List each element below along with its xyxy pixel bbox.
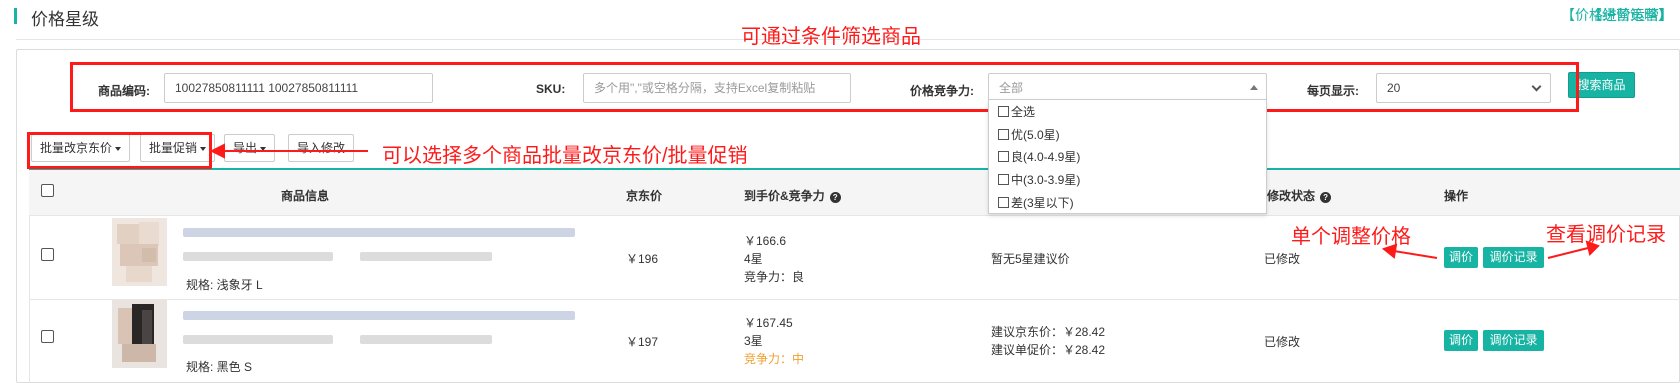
batch-highlight-box: [27, 132, 212, 169]
product-spec: 规格: 浅象牙 L: [186, 278, 263, 292]
option-poor[interactable]: 差(3星以下): [998, 193, 1074, 211]
competitiveness-value: 竞争力：中: [744, 352, 805, 366]
adjust-annotation: 单个调整价格: [1291, 226, 1411, 248]
jd-price: ￥197: [626, 335, 659, 349]
filter-annotation: 可通过条件筛选商品: [741, 26, 921, 48]
help-icon[interactable]: ?: [829, 192, 841, 203]
page-title: 价格星级: [31, 10, 99, 29]
modify-status: 已修改: [1264, 335, 1301, 349]
suggested-price: 暂无5星建议价: [991, 252, 1070, 266]
product-title-blurred[interactable]: [183, 228, 575, 237]
option-label: 中(3.0-3.9星): [1011, 172, 1081, 187]
product-meta-blurred: [183, 252, 333, 261]
col-modify-status-label: 修改状态: [1267, 189, 1316, 203]
business-strategy-link[interactable]: 【经营策略】: [1588, 5, 1672, 25]
price-history-button[interactable]: 调价记录: [1483, 330, 1544, 351]
option-checkbox[interactable]: [998, 173, 1009, 185]
option-excellent[interactable]: 优(5.0星): [998, 125, 1060, 143]
star-rating: 3星: [744, 334, 763, 348]
col-final-price: 到手价&竞争力?: [744, 187, 841, 204]
adjust-price-button[interactable]: 调价: [1444, 330, 1478, 351]
product-title-blurred[interactable]: [183, 311, 575, 320]
col-jd-price: 京东价: [626, 189, 663, 203]
final-price: ￥166.6: [744, 234, 787, 248]
col-final-price-label: 到手价&竞争力: [744, 189, 825, 203]
option-checkbox[interactable]: [998, 105, 1009, 117]
option-label: 优(5.0星): [1011, 127, 1060, 142]
star-rating: 4星: [744, 252, 763, 266]
competitiveness-dropdown: 全选 优(5.0星) 良(4.0-4.9星) 中(3.0-3.9星) 差(3星以…: [988, 99, 1267, 214]
option-label: 差(3星以下): [1011, 195, 1074, 210]
product-meta-blurred: [360, 335, 492, 344]
product-spec: 规格: 黑色 S: [186, 360, 253, 374]
caret-down-icon: [260, 146, 267, 151]
adjust-price-button[interactable]: 调价: [1444, 247, 1478, 268]
option-select-all[interactable]: 全选: [998, 102, 1035, 120]
final-price: ￥167.45: [744, 316, 793, 330]
option-medium[interactable]: 中(3.0-3.9星): [998, 170, 1080, 188]
export-label: 导出: [233, 141, 258, 155]
option-checkbox[interactable]: [998, 128, 1009, 140]
row-checkbox[interactable]: [41, 330, 54, 343]
jd-price: ￥196: [626, 252, 659, 266]
import-modify-button[interactable]: 导入修改: [288, 134, 355, 162]
row-checkbox[interactable]: [41, 248, 54, 261]
product-meta-blurred: [183, 335, 333, 344]
col-product-info: 商品信息: [281, 189, 330, 203]
product-meta-blurred: [360, 252, 492, 261]
title-accent-bar: [14, 8, 17, 24]
option-checkbox[interactable]: [998, 150, 1009, 162]
row-divider: [29, 299, 1680, 300]
col-actions: 操作: [1444, 189, 1469, 203]
option-checkbox[interactable]: [998, 196, 1009, 208]
table-header: [29, 170, 1680, 216]
product-thumbnail[interactable]: [112, 218, 167, 286]
history-annotation: 查看调价记录: [1546, 224, 1666, 246]
product-thumbnail[interactable]: [112, 300, 167, 368]
filter-highlight-box: [70, 62, 1579, 112]
option-label: 良(4.0-4.9星): [1011, 149, 1081, 164]
help-icon[interactable]: ?: [1320, 192, 1332, 203]
price-history-button[interactable]: 调价记录: [1483, 247, 1544, 268]
batch-annotation: 可以选择多个商品批量改京东价/批量促销: [382, 145, 748, 167]
col-modify-status: 修改状态?: [1267, 187, 1332, 204]
select-all-checkbox[interactable]: [41, 184, 54, 197]
option-label: 全选: [1011, 104, 1036, 119]
export-button[interactable]: 导出: [224, 134, 276, 162]
suggested-jd-price: 建议京东价：￥28.42: [991, 325, 1106, 339]
competitiveness-value: 竞争力：良: [744, 270, 805, 284]
option-good[interactable]: 良(4.0-4.9星): [998, 147, 1080, 165]
suggested-promo-price: 建议单促价：￥28.42: [991, 343, 1106, 357]
modify-status: 已修改: [1264, 252, 1301, 266]
